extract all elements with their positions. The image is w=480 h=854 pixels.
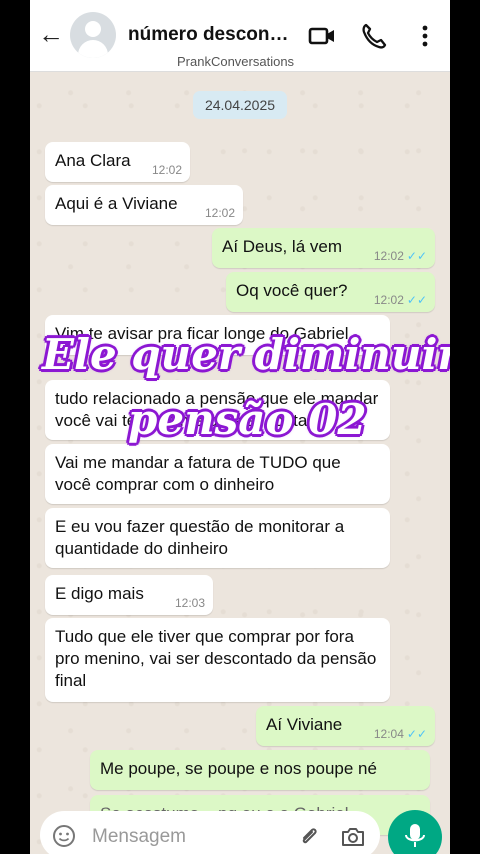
message-text: Aí Deus, lá vem xyxy=(222,237,342,256)
message-bubble[interactable]: E eu vou fazer questão de monitorar a qu… xyxy=(45,508,390,568)
message-text: E eu vou fazer questão de monitorar a qu… xyxy=(55,517,345,558)
microphone-icon xyxy=(405,824,425,847)
message-time: 12:04 ✓✓ xyxy=(373,727,427,741)
camera-icon[interactable] xyxy=(340,825,366,849)
emoji-icon[interactable] xyxy=(52,824,76,848)
message-time: 12:02 ✓✓ xyxy=(373,293,427,307)
message-text: Aqui é a Viviane xyxy=(55,194,178,213)
attach-clip-icon[interactable] xyxy=(297,825,321,849)
chat-header: ← número descon… PrankConversations xyxy=(30,0,450,72)
message-text: Ana Clara xyxy=(55,151,131,170)
more-vertical-icon[interactable] xyxy=(411,22,439,50)
video-call-icon[interactable] xyxy=(308,22,336,50)
message-bubble[interactable]: E digo mais 12:03 xyxy=(45,575,213,615)
message-text: E digo mais xyxy=(55,584,144,603)
avatar-body-icon xyxy=(78,40,108,58)
chat-screen: ← número descon… PrankConversations 24.0… xyxy=(30,0,450,854)
message-input[interactable]: Mensagem xyxy=(92,826,186,848)
double-check-icon: ✓✓ xyxy=(406,293,427,307)
message-time: 12:02 xyxy=(151,163,182,177)
message-bubble[interactable]: Oq você quer? 12:02 ✓✓ xyxy=(226,272,435,312)
message-bubble[interactable]: Aqui é a Viviane 12:02 xyxy=(45,185,243,225)
overlay-caption-line1: Ele quer diminuir a xyxy=(42,330,450,379)
phone-call-icon[interactable] xyxy=(360,22,388,50)
message-composer[interactable]: Mensagem xyxy=(40,811,380,854)
message-text: Me poupe, se poupe e nos poupe né xyxy=(100,759,377,778)
back-arrow-icon[interactable]: ← xyxy=(38,20,66,48)
avatar-head-icon xyxy=(85,21,101,37)
message-bubble[interactable]: Tudo que ele tiver que comprar por fora … xyxy=(45,618,390,702)
message-bubble[interactable]: Aí Viviane 12:04 ✓✓ xyxy=(256,706,435,746)
message-text: Tudo que ele tiver que comprar por fora … xyxy=(55,627,377,690)
message-bubble[interactable]: Aí Deus, lá vem 12:02 ✓✓ xyxy=(212,228,435,268)
message-bubble[interactable]: Vai me mandar a fatura de TUDO que você … xyxy=(45,444,390,504)
message-time: 12:03 xyxy=(174,596,205,610)
double-check-icon: ✓✓ xyxy=(406,727,427,741)
header-subtitle: PrankConversations xyxy=(177,54,295,69)
message-time: 12:02 xyxy=(204,206,235,220)
date-chip: 24.04.2025 xyxy=(193,91,287,119)
message-bubble[interactable]: Me poupe, se poupe e nos poupe né xyxy=(90,750,430,790)
contact-avatar[interactable] xyxy=(70,12,116,58)
message-text: Vai me mandar a fatura de TUDO que você … xyxy=(55,453,341,494)
message-text: Aí Viviane xyxy=(266,715,343,734)
overlay-caption-line2: pensão 02 xyxy=(128,395,367,444)
double-check-icon: ✓✓ xyxy=(406,249,427,263)
message-time: 12:02 ✓✓ xyxy=(373,249,427,263)
message-text: Oq você quer? xyxy=(236,281,348,300)
message-bubble[interactable]: Ana Clara 12:02 xyxy=(45,142,190,182)
contact-name[interactable]: número descon… xyxy=(128,24,288,46)
